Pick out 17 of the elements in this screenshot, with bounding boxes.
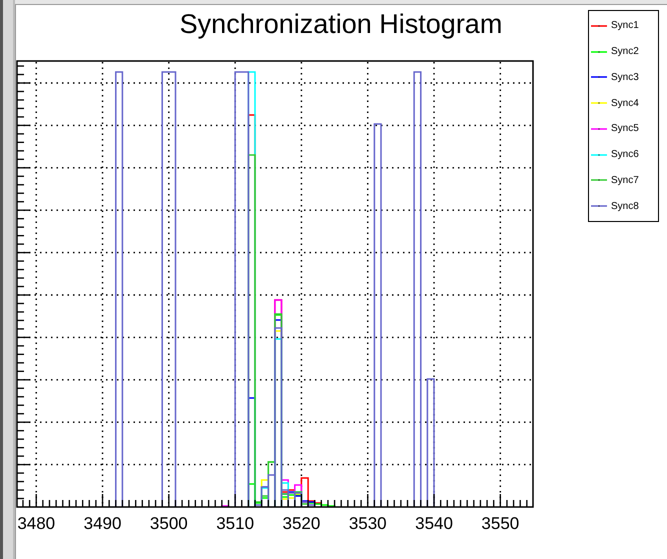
tick-label: 3540 <box>415 514 453 533</box>
legend-label: Sync7 <box>611 174 639 186</box>
legend-label: Sync4 <box>611 98 639 109</box>
legend-label: Sync2 <box>611 46 639 58</box>
tick-label: 3550 <box>481 514 520 533</box>
legend-label: Sync5 <box>611 123 639 134</box>
legend-label: Sync3 <box>611 72 639 83</box>
legend-label: Sync6 <box>611 149 639 160</box>
tick-label: 3500 <box>150 514 188 533</box>
tick-label: 3480 <box>17 514 56 533</box>
legend-label: Sync1 <box>611 20 639 32</box>
chart-title: Synchronization Histogram <box>178 8 502 40</box>
tick-label: 3520 <box>282 514 320 533</box>
tick-label: 3490 <box>84 514 122 533</box>
tick-label: 3530 <box>348 514 387 533</box>
tick-label: 3510 <box>216 514 254 533</box>
legend-label: Sync8 <box>611 200 639 212</box>
